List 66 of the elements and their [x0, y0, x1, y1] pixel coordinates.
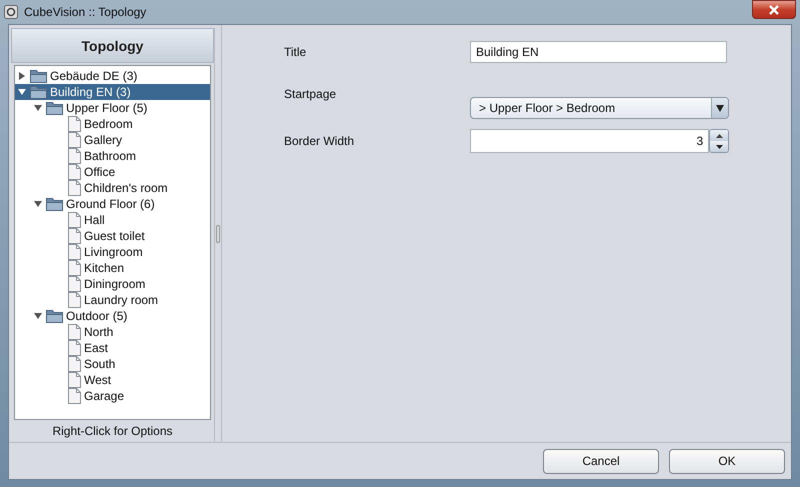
- folder-icon: [46, 197, 63, 211]
- tree-item[interactable]: North: [81, 324, 116, 340]
- app-icon: [4, 5, 18, 19]
- tree-item[interactable]: East: [81, 340, 112, 356]
- tree-item[interactable]: Laundry room: [81, 292, 162, 308]
- cancel-button[interactable]: Cancel: [543, 448, 659, 474]
- tree-item[interactable]: Hall: [81, 212, 108, 228]
- field-label: Title: [284, 45, 306, 59]
- increment-button[interactable]: [710, 130, 728, 141]
- page-icon: [68, 292, 81, 308]
- tree-item[interactable]: Ground Floor (6): [63, 196, 158, 212]
- folder-icon: [46, 309, 63, 323]
- tree-item[interactable]: Gallery: [81, 132, 126, 148]
- folder-icon: [30, 69, 47, 83]
- collapsed-triangle-icon[interactable]: [17, 71, 27, 81]
- page-icon: [68, 356, 81, 372]
- splitter-handle[interactable]: [216, 224, 220, 242]
- dropdown-arrow-icon: [716, 104, 724, 112]
- tree-item[interactable]: West: [81, 372, 114, 388]
- page-icon: [68, 212, 81, 228]
- tree-item[interactable]: Upper Floor (5): [63, 100, 150, 116]
- ok-button[interactable]: OK: [669, 448, 785, 474]
- page-icon: [68, 148, 81, 164]
- expanded-triangle-icon[interactable]: [33, 103, 43, 113]
- page-icon: [68, 132, 81, 148]
- sidebar-title: Topology: [82, 38, 144, 54]
- window-title: CubeVision :: Topology: [24, 5, 146, 19]
- title-field[interactable]: Building EN: [470, 41, 727, 63]
- tree-item[interactable]: Diningroom: [81, 276, 148, 292]
- page-icon: [68, 228, 81, 244]
- page-icon: [68, 388, 81, 404]
- page-icon: [68, 244, 81, 260]
- page-icon: [68, 340, 81, 356]
- down-arrow-icon: [716, 144, 723, 148]
- page-icon: [68, 164, 81, 180]
- tree-item[interactable]: Bathroom: [81, 148, 140, 164]
- expanded-triangle-icon[interactable]: [33, 199, 43, 209]
- tree-item[interactable]: Gebäude DE (3): [47, 68, 140, 84]
- page-icon: [68, 276, 81, 292]
- page-icon: [68, 324, 81, 340]
- tree-item[interactable]: Livingroom: [81, 244, 146, 260]
- tree-item[interactable]: Office: [81, 164, 118, 180]
- folder-icon: [46, 101, 63, 115]
- hint-text: Right-Click for Options: [51, 423, 174, 440]
- folder-icon: [30, 85, 47, 99]
- up-arrow-icon: [716, 134, 723, 138]
- tree-item[interactable]: Bedroom: [81, 116, 136, 132]
- tree-item[interactable]: Kitchen: [81, 260, 128, 276]
- border-width-field[interactable]: 3: [470, 129, 710, 153]
- tree-item[interactable]: South: [81, 356, 118, 372]
- expanded-triangle-icon[interactable]: [33, 311, 43, 321]
- page-icon: [68, 116, 81, 132]
- tree-item[interactable]: Garage: [81, 388, 128, 404]
- page-icon: [68, 260, 81, 276]
- page-icon: [68, 372, 81, 388]
- close-icon: [768, 4, 780, 14]
- page-icon: [68, 180, 81, 196]
- decrement-button[interactable]: [710, 141, 728, 152]
- tree-item[interactable]: Children's room: [81, 180, 171, 196]
- close-button[interactable]: [752, 0, 796, 19]
- field-label: Border Width: [284, 134, 354, 148]
- tree-item[interactable]: Outdoor (5): [63, 308, 130, 324]
- expanded-triangle-icon[interactable]: [17, 87, 27, 97]
- field-label: Startpage: [284, 87, 336, 101]
- startpage-dropdown[interactable]: > Upper Floor > Bedroom: [470, 97, 729, 119]
- tree-item[interactable]: Guest toilet: [81, 228, 148, 244]
